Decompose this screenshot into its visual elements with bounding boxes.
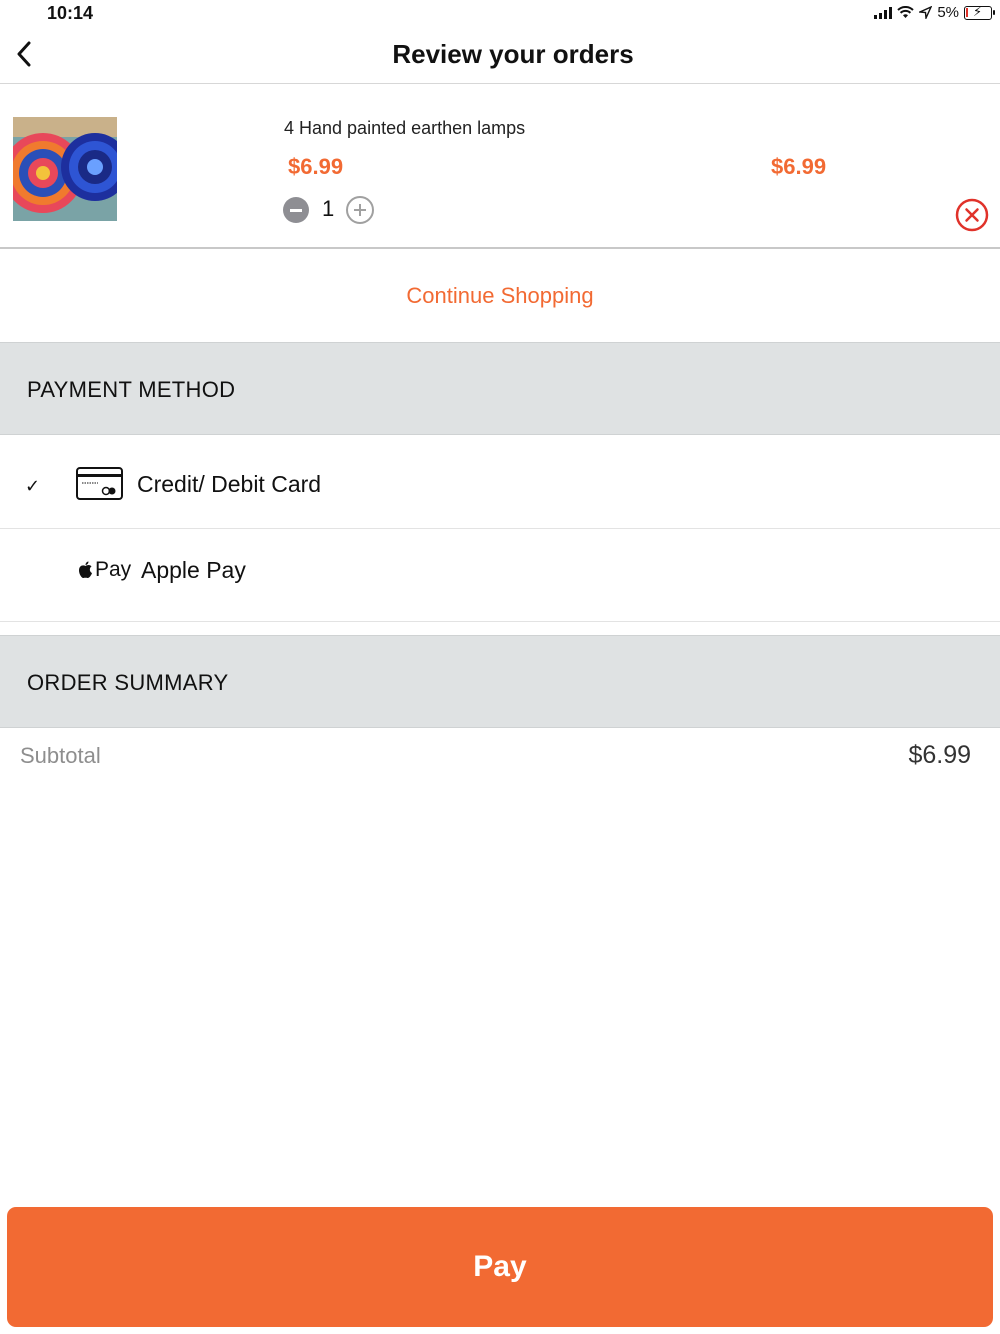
pay-button-label: Pay [473,1250,527,1283]
subtotal-value: $6.99 [908,741,971,769]
unit-price: $6.99 [288,154,344,179]
subtotal-label: Subtotal [20,743,101,768]
battery-percent: 5% [937,4,959,21]
credit-card-label: Credit/ Debit Card [137,471,322,497]
product-name: 4 Hand painted earthen lamps [284,118,526,138]
payment-option-credit-card[interactable]: ✓ Credit/ Debit Card [0,436,1000,529]
payment-method-title: PAYMENT METHOD [27,377,236,402]
order-summary-header: ORDER SUMMARY [0,635,1000,728]
status-bar: 10:14 5% ⚡ [0,0,1000,30]
close-circle-icon [955,198,989,232]
credit-card-icon [76,467,123,500]
quantity-value: 1 [322,196,335,221]
status-indicators: 5% ⚡ [874,4,995,21]
wifi-icon [897,6,915,18]
product-image [13,117,117,221]
continue-shopping-link[interactable]: Continue Shopping [406,283,593,309]
apple-pay-icon-text: Pay [95,558,132,581]
status-time: 10:14 [47,3,94,23]
remove-item-button[interactable] [955,198,989,232]
payment-method-header: PAYMENT METHOD [0,342,1000,435]
apple-pay-label: Apple Pay [141,557,246,583]
check-icon: ✓ [25,476,41,496]
battery-icon: ⚡ [964,4,995,20]
nav-bar: Review your orders [0,30,1000,84]
page-title: Review your orders [392,39,634,69]
apple-pay-icon: Pay [78,558,131,582]
signal-icon [874,6,893,19]
payment-option-apple-pay[interactable]: Pay Apple Pay [0,529,1000,622]
location-arrow-icon [919,6,933,19]
order-summary-title: ORDER SUMMARY [27,670,229,695]
pay-button[interactable]: Pay [7,1207,993,1327]
quantity-increase-button[interactable] [346,196,374,224]
line-total-price: $6.99 [771,154,827,179]
order-item: 4 Hand painted earthen lamps $6.99 $6.99… [0,84,1000,249]
continue-shopping-row: Continue Shopping [0,250,1000,342]
quantity-decrease-button[interactable] [283,197,309,223]
apple-logo-icon [79,561,92,579]
